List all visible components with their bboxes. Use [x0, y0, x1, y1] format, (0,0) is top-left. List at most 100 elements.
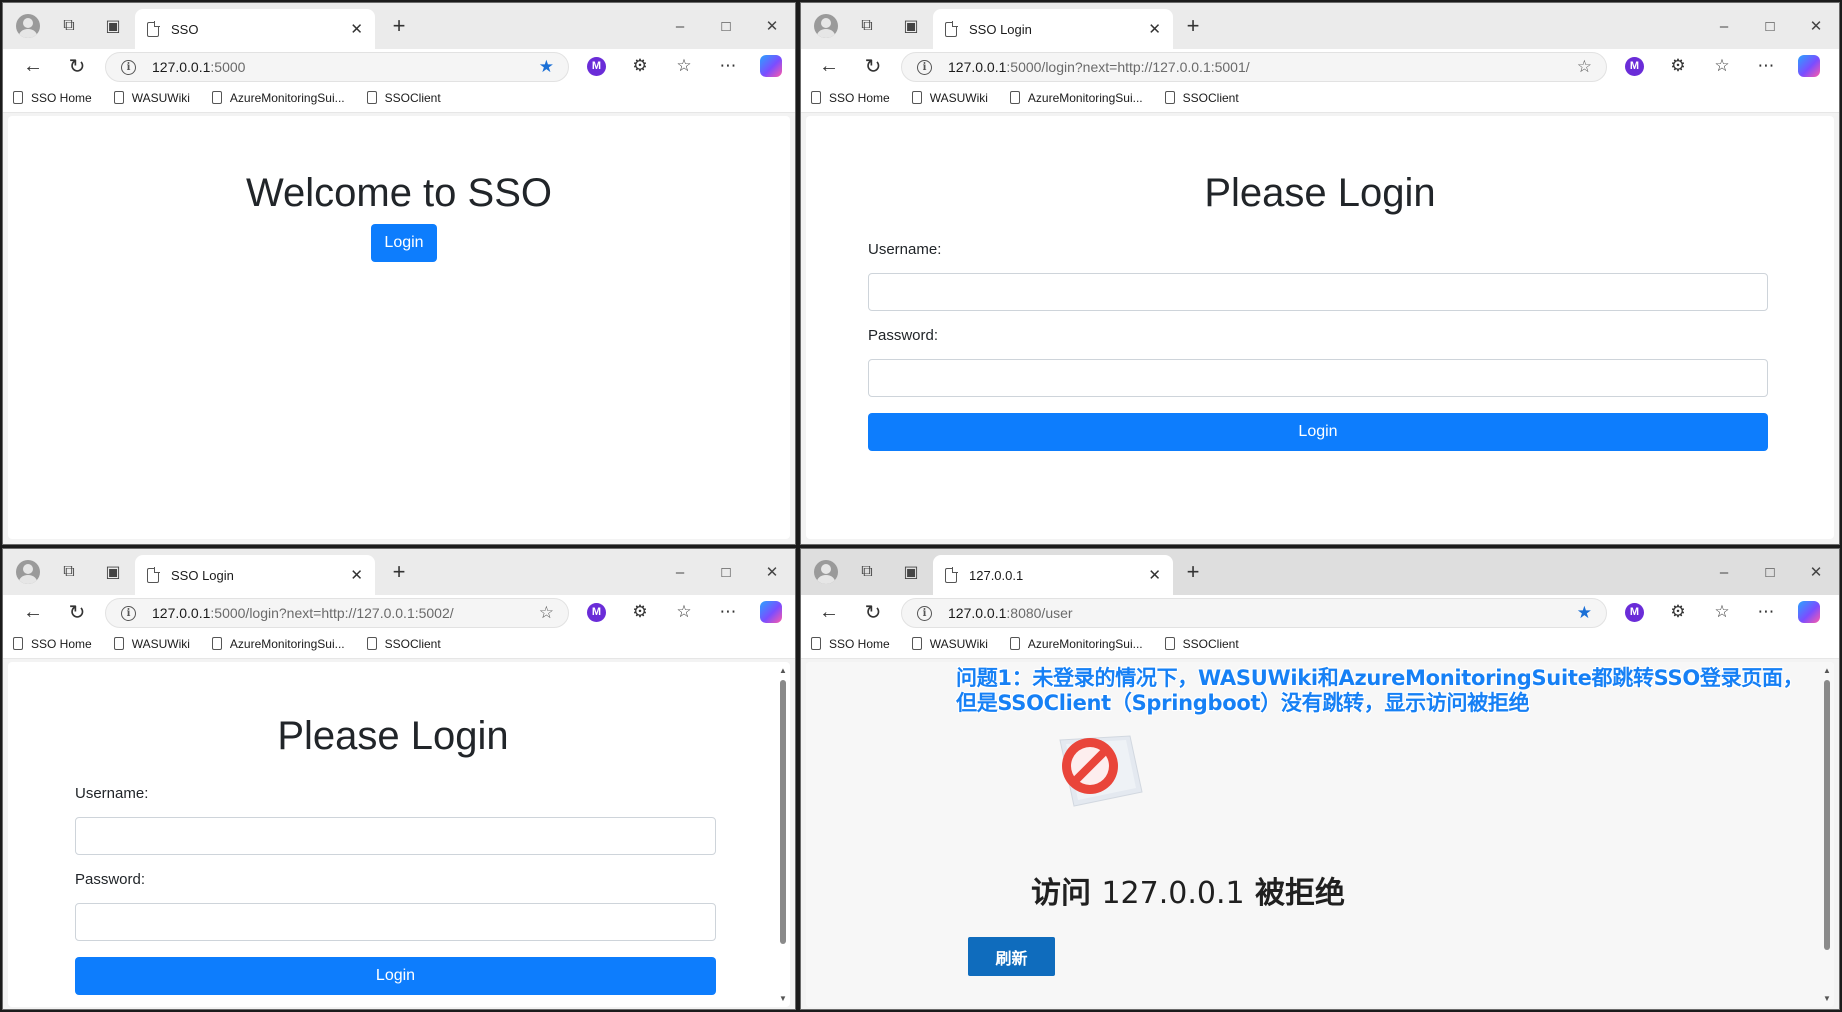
- extension-m-icon[interactable]: M: [587, 602, 606, 622]
- back-arrow-icon[interactable]: ←: [11, 595, 55, 629]
- bookmark-azure[interactable]: AzureMonitoringSui...: [211, 637, 345, 651]
- profile-button[interactable]: [801, 549, 845, 595]
- bookmark-wasuwiki[interactable]: WASUWiki: [911, 91, 988, 105]
- new-tab-icon[interactable]: +: [1179, 559, 1207, 585]
- tab-active[interactable]: SSO Login ✕: [135, 555, 375, 595]
- close-window-icon[interactable]: ✕: [749, 3, 795, 49]
- favorites-icon[interactable]: ☆: [662, 602, 706, 622]
- workspaces-icon[interactable]: ⧉: [845, 549, 889, 595]
- bookmark-wasuwiki[interactable]: WASUWiki: [113, 637, 190, 651]
- password-input[interactable]: [75, 903, 716, 941]
- profile-button[interactable]: [3, 549, 47, 595]
- address-bar[interactable]: i 127.0.0.1:5000/login?next=http://127.0…: [105, 598, 569, 628]
- new-tab-icon[interactable]: +: [385, 559, 413, 585]
- bookmark-ssoclient[interactable]: SSOClient: [1164, 637, 1239, 651]
- favorites-icon[interactable]: ☆: [662, 56, 706, 76]
- reload-icon[interactable]: ↻: [55, 49, 99, 83]
- bookmark-sso-home[interactable]: SSO Home: [13, 637, 92, 651]
- extension-m-icon[interactable]: M: [1625, 602, 1644, 622]
- bookmark-sso-home[interactable]: SSO Home: [811, 637, 890, 651]
- close-tab-icon[interactable]: ✕: [350, 566, 363, 584]
- back-arrow-icon[interactable]: ←: [807, 595, 851, 629]
- password-input[interactable]: [868, 359, 1768, 397]
- username-input[interactable]: [75, 817, 716, 855]
- bookmark-ssoclient[interactable]: SSOClient: [366, 637, 441, 651]
- profile-button[interactable]: [801, 3, 845, 49]
- tab-active[interactable]: SSO ✕: [135, 9, 375, 49]
- username-input[interactable]: [868, 273, 1768, 311]
- maximize-icon[interactable]: □: [1747, 3, 1793, 49]
- workspaces-icon[interactable]: ⧉: [47, 549, 91, 595]
- extension-m-icon[interactable]: M: [1625, 56, 1644, 76]
- bookmark-azure[interactable]: AzureMonitoringSui...: [1009, 637, 1143, 651]
- maximize-icon[interactable]: □: [703, 3, 749, 49]
- minimize-icon[interactable]: –: [657, 549, 703, 595]
- copilot-icon[interactable]: [1798, 601, 1820, 623]
- copilot-icon[interactable]: [760, 55, 782, 77]
- close-tab-icon[interactable]: ✕: [350, 20, 363, 38]
- vertical-tabs-icon[interactable]: ▣: [91, 549, 135, 595]
- vertical-tabs-icon[interactable]: ▣: [91, 3, 135, 49]
- minimize-icon[interactable]: –: [1701, 3, 1747, 49]
- more-icon[interactable]: ⋯: [706, 602, 750, 622]
- scroll-up-icon[interactable]: ▲: [778, 666, 788, 675]
- login-button[interactable]: Login: [371, 224, 437, 262]
- scroll-down-icon[interactable]: ▼: [778, 994, 788, 1003]
- close-tab-icon[interactable]: ✕: [1148, 20, 1161, 38]
- scroll-up-icon[interactable]: ▲: [1822, 666, 1832, 675]
- favorite-star-icon[interactable]: ☆: [1577, 57, 1592, 77]
- favorite-star-icon[interactable]: ★: [1577, 603, 1592, 623]
- scroll-down-icon[interactable]: ▼: [1822, 994, 1832, 1003]
- bookmark-azure[interactable]: AzureMonitoringSui...: [1009, 91, 1143, 105]
- favorites-icon[interactable]: ☆: [1700, 56, 1744, 76]
- bookmark-azure[interactable]: AzureMonitoringSui...: [211, 91, 345, 105]
- close-window-icon[interactable]: ✕: [1793, 549, 1839, 595]
- favorite-star-icon[interactable]: ☆: [539, 603, 554, 623]
- site-info-icon[interactable]: i: [917, 605, 932, 621]
- bookmark-sso-home[interactable]: SSO Home: [811, 91, 890, 105]
- address-bar[interactable]: i 127.0.0.1:8080/user ★: [901, 598, 1607, 628]
- login-button[interactable]: Login: [75, 957, 716, 995]
- new-tab-icon[interactable]: +: [1179, 13, 1207, 39]
- vertical-tabs-icon[interactable]: ▣: [889, 549, 933, 595]
- back-arrow-icon[interactable]: ←: [11, 49, 55, 83]
- address-bar[interactable]: i 127.0.0.1:5000 ★: [105, 52, 569, 82]
- copilot-icon[interactable]: [760, 601, 782, 623]
- bookmark-sso-home[interactable]: SSO Home: [13, 91, 92, 105]
- tab-active[interactable]: 127.0.0.1 ✕: [933, 555, 1173, 595]
- login-button[interactable]: Login: [868, 413, 1768, 451]
- close-tab-icon[interactable]: ✕: [1148, 566, 1161, 584]
- puzzle-icon[interactable]: ⚙: [618, 56, 662, 76]
- close-window-icon[interactable]: ✕: [749, 549, 795, 595]
- site-info-icon[interactable]: i: [121, 59, 136, 75]
- reload-icon[interactable]: ↻: [55, 595, 99, 629]
- vertical-scrollbar[interactable]: ▲ ▼: [1822, 666, 1832, 1003]
- maximize-icon[interactable]: □: [703, 549, 749, 595]
- back-arrow-icon[interactable]: ←: [807, 49, 851, 83]
- close-window-icon[interactable]: ✕: [1793, 3, 1839, 49]
- minimize-icon[interactable]: –: [657, 3, 703, 49]
- address-bar[interactable]: i 127.0.0.1:5000/login?next=http://127.0…: [901, 52, 1607, 82]
- reload-icon[interactable]: ↻: [851, 595, 895, 629]
- puzzle-icon[interactable]: ⚙: [1656, 602, 1700, 622]
- bookmark-wasuwiki[interactable]: WASUWiki: [911, 637, 988, 651]
- more-icon[interactable]: ⋯: [1744, 56, 1788, 76]
- new-tab-icon[interactable]: +: [385, 13, 413, 39]
- favorite-star-icon[interactable]: ★: [539, 57, 554, 77]
- site-info-icon[interactable]: i: [121, 605, 136, 621]
- vertical-scrollbar[interactable]: ▲ ▼: [778, 666, 788, 1003]
- vertical-tabs-icon[interactable]: ▣: [889, 3, 933, 49]
- workspaces-icon[interactable]: ⧉: [845, 3, 889, 49]
- minimize-icon[interactable]: –: [1701, 549, 1747, 595]
- refresh-button[interactable]: 刷新: [968, 937, 1055, 976]
- more-icon[interactable]: ⋯: [1744, 602, 1788, 622]
- tab-active[interactable]: SSO Login ✕: [933, 9, 1173, 49]
- favorites-icon[interactable]: ☆: [1700, 602, 1744, 622]
- reload-icon[interactable]: ↻: [851, 49, 895, 83]
- extension-m-icon[interactable]: M: [587, 56, 606, 76]
- copilot-icon[interactable]: [1798, 55, 1820, 77]
- puzzle-icon[interactable]: ⚙: [618, 602, 662, 622]
- site-info-icon[interactable]: i: [917, 59, 932, 75]
- more-icon[interactable]: ⋯: [706, 56, 750, 76]
- scrollbar-thumb[interactable]: [1824, 680, 1830, 950]
